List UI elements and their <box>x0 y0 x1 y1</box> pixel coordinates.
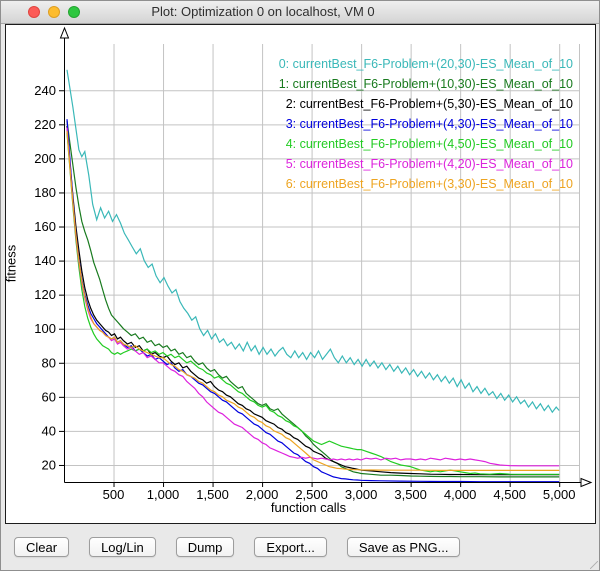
resize-grip[interactable] <box>589 560 598 569</box>
legend-entry: 2: currentBest_F6-Problem+(5,30)-ES_Mean… <box>279 94 573 114</box>
y-tick-label: 180 <box>34 185 56 200</box>
y-axis-arrow-icon <box>61 28 69 38</box>
legend-entry: 1: currentBest_F6-Problem+(10,30)-ES_Mea… <box>279 74 573 94</box>
y-tick-label: 160 <box>34 219 56 234</box>
loglin-button[interactable]: Log/Lin <box>89 537 156 557</box>
y-tick-label: 40 <box>42 423 56 438</box>
y-tick-label: 120 <box>34 287 56 302</box>
y-tick-label: 140 <box>34 253 56 268</box>
y-axis-label: fitness <box>4 234 19 294</box>
y-tick-label: 100 <box>34 321 56 336</box>
dump-button[interactable]: Dump <box>176 537 235 557</box>
window-title: Plot: Optimization 0 on localhost, VM 0 <box>1 1 599 23</box>
plot-window: Plot: Optimization 0 on localhost, VM 0 … <box>0 0 600 571</box>
legend-entry: 3: currentBest_F6-Problem+(4,30)-ES_Mean… <box>279 114 573 134</box>
save-as-png-button[interactable]: Save as PNG... <box>347 537 461 557</box>
legend-entry: 4: currentBest_F6-Problem+(4,50)-ES_Mean… <box>279 134 573 154</box>
legend-entry: 5: currentBest_F6-Problem+(4,20)-ES_Mean… <box>279 154 573 174</box>
y-tick-label: 200 <box>34 151 56 166</box>
clear-button[interactable]: Clear <box>14 537 69 557</box>
legend-entry: 6: currentBest_F6-Problem+(3,30)-ES_Mean… <box>279 174 573 194</box>
export-button[interactable]: Export... <box>254 537 326 557</box>
plot-panel: 204060801001201401601802002202405001,000… <box>5 24 596 524</box>
x-axis-arrow-icon <box>581 479 591 487</box>
y-tick-label: 240 <box>34 83 56 98</box>
window-titlebar: Plot: Optimization 0 on localhost, VM 0 <box>1 1 599 24</box>
chart-legend: 0: currentBest_F6-Problem+(20,30)-ES_Mea… <box>279 54 573 194</box>
y-tick-label: 20 <box>42 457 56 472</box>
x-axis-label: function calls <box>22 500 595 515</box>
y-tick-label: 60 <box>42 389 56 404</box>
y-tick-label: 80 <box>42 355 56 370</box>
legend-entry: 0: currentBest_F6-Problem+(20,30)-ES_Mea… <box>279 54 573 74</box>
button-bar: Clear Log/Lin Dump Export... Save as PNG… <box>1 537 599 557</box>
y-tick-label: 220 <box>34 117 56 132</box>
